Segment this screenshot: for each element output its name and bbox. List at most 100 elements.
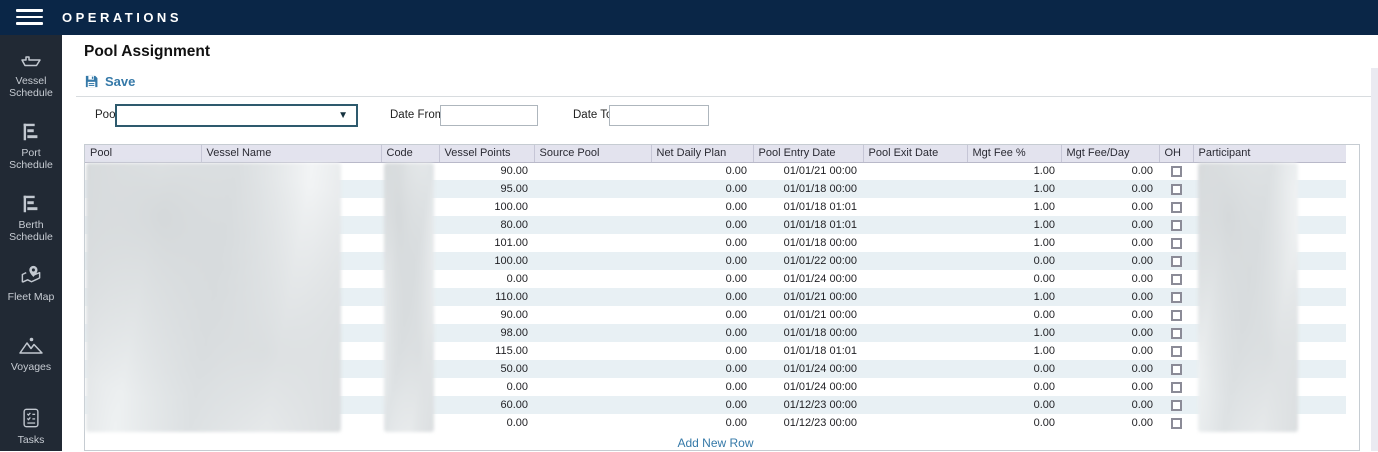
cell-mgt-fee-day: 0.00 [1061,396,1159,414]
cell-pool-exit-date [863,342,967,360]
pool-dropdown[interactable]: ▼ [115,104,358,127]
cell-source-pool [534,270,651,288]
cell-vessel-points: 101.00 [439,234,534,252]
cell-oh [1159,234,1193,252]
oh-checkbox[interactable] [1171,346,1182,357]
cell-source-pool [534,324,651,342]
save-button[interactable]: Save [84,74,135,89]
cell-mgt-fee-day: 0.00 [1061,342,1159,360]
oh-checkbox[interactable] [1171,310,1182,321]
cell-oh [1159,324,1193,342]
cell-vessel-points: 0.00 [439,378,534,396]
redacted-code [384,163,434,432]
cell-net-daily-plan: 0.00 [651,198,753,216]
oh-checkbox[interactable] [1171,292,1182,303]
cell-pool-exit-date [863,414,967,432]
sidebar-item-tasks[interactable]: Tasks [0,406,62,447]
cell-vessel-points: 115.00 [439,342,534,360]
sidebar-item-voyages[interactable]: Voyages [0,335,62,374]
cell-pool-entry-date: 01/01/24 00:00 [753,378,863,396]
page-title: Pool Assignment [84,43,210,61]
oh-checkbox[interactable] [1171,382,1182,393]
cell-source-pool [534,216,651,234]
oh-checkbox[interactable] [1171,328,1182,339]
cell-pool-entry-date: 01/01/24 00:00 [753,270,863,288]
cell-net-daily-plan: 0.00 [651,252,753,270]
cell-pool-entry-date: 01/12/23 00:00 [753,414,863,432]
cell-oh [1159,270,1193,288]
col-header-mgt-fee-day: Mgt Fee/Day [1061,145,1159,162]
sidebar-item-label: Tasks [0,435,62,447]
date-from-input[interactable] [440,105,538,126]
cell-pool-exit-date [863,396,967,414]
col-header-vessel-points: Vessel Points [439,145,534,162]
cell-pool-exit-date [863,198,967,216]
sidebar-item-label: Fleet Map [0,292,62,304]
sidebar-item-port-schedule[interactable]: Port Schedule [0,121,62,171]
cell-mgt-fee-pct: 0.00 [967,252,1061,270]
col-header-mgt-fee-pct: Mgt Fee % [967,145,1061,162]
vertical-scrollbar[interactable] [1371,68,1378,451]
oh-checkbox[interactable] [1171,166,1182,177]
cell-source-pool [534,252,651,270]
cell-source-pool [534,306,651,324]
cell-pool-entry-date: 01/01/18 00:00 [753,324,863,342]
cell-pool-exit-date [863,360,967,378]
oh-checkbox[interactable] [1171,364,1182,375]
sidebar-nav: Vessel Schedule Port Schedule Berth Sche… [0,35,62,451]
col-header-source-pool: Source Pool [534,145,651,162]
cell-oh [1159,180,1193,198]
cell-pool-entry-date: 01/01/22 00:00 [753,252,863,270]
cell-pool-entry-date: 01/01/21 00:00 [753,306,863,324]
cell-pool-exit-date [863,234,967,252]
add-new-row-link[interactable]: Add New Row [677,436,753,450]
oh-checkbox[interactable] [1171,418,1182,429]
hamburger-menu-icon[interactable] [16,9,43,26]
cell-mgt-fee-day: 0.00 [1061,270,1159,288]
cell-vessel-points: 95.00 [439,180,534,198]
date-to-label: Date To [573,109,612,121]
oh-checkbox[interactable] [1171,220,1182,231]
cell-pool-entry-date: 01/01/18 01:01 [753,216,863,234]
cell-mgt-fee-pct: 0.00 [967,414,1061,432]
cell-mgt-fee-pct: 1.00 [967,198,1061,216]
main-content: Pool Assignment Save Pool ▼ Date From Da… [62,35,1378,451]
sidebar-item-fleet-map[interactable]: Fleet Map [0,264,62,304]
cell-vessel-points: 0.00 [439,414,534,432]
cell-vessel-points: 50.00 [439,360,534,378]
col-header-pool: Pool [85,145,201,162]
oh-checkbox[interactable] [1171,274,1182,285]
cell-mgt-fee-day: 0.00 [1061,414,1159,432]
cell-mgt-fee-day: 0.00 [1061,288,1159,306]
cell-mgt-fee-day: 0.00 [1061,162,1159,180]
cell-oh [1159,396,1193,414]
sidebar-item-vessel-schedule[interactable]: Vessel Schedule [0,49,62,99]
cell-mgt-fee-pct: 1.00 [967,288,1061,306]
gantt-icon [20,121,42,143]
oh-checkbox[interactable] [1171,256,1182,267]
date-to-input[interactable] [609,105,709,126]
cell-mgt-fee-day: 0.00 [1061,324,1159,342]
cell-pool-exit-date [863,324,967,342]
cell-vessel-points: 110.00 [439,288,534,306]
cell-net-daily-plan: 0.00 [651,396,753,414]
ship-icon [19,49,43,71]
oh-checkbox[interactable] [1171,184,1182,195]
oh-checkbox[interactable] [1171,400,1182,411]
col-header-oh: OH [1159,145,1193,162]
cell-oh [1159,360,1193,378]
cell-net-daily-plan: 0.00 [651,360,753,378]
cell-mgt-fee-pct: 1.00 [967,180,1061,198]
cell-mgt-fee-pct: 1.00 [967,162,1061,180]
cell-oh [1159,252,1193,270]
sidebar-item-berth-schedule[interactable]: Berth Schedule [0,193,62,243]
cell-pool-exit-date [863,180,967,198]
top-app-bar: OPERATIONS [0,0,1378,35]
cell-net-daily-plan: 0.00 [651,306,753,324]
oh-checkbox[interactable] [1171,202,1182,213]
cell-vessel-points: 100.00 [439,198,534,216]
cell-pool-entry-date: 01/12/23 00:00 [753,396,863,414]
cell-net-daily-plan: 0.00 [651,414,753,432]
cell-net-daily-plan: 0.00 [651,234,753,252]
oh-checkbox[interactable] [1171,238,1182,249]
